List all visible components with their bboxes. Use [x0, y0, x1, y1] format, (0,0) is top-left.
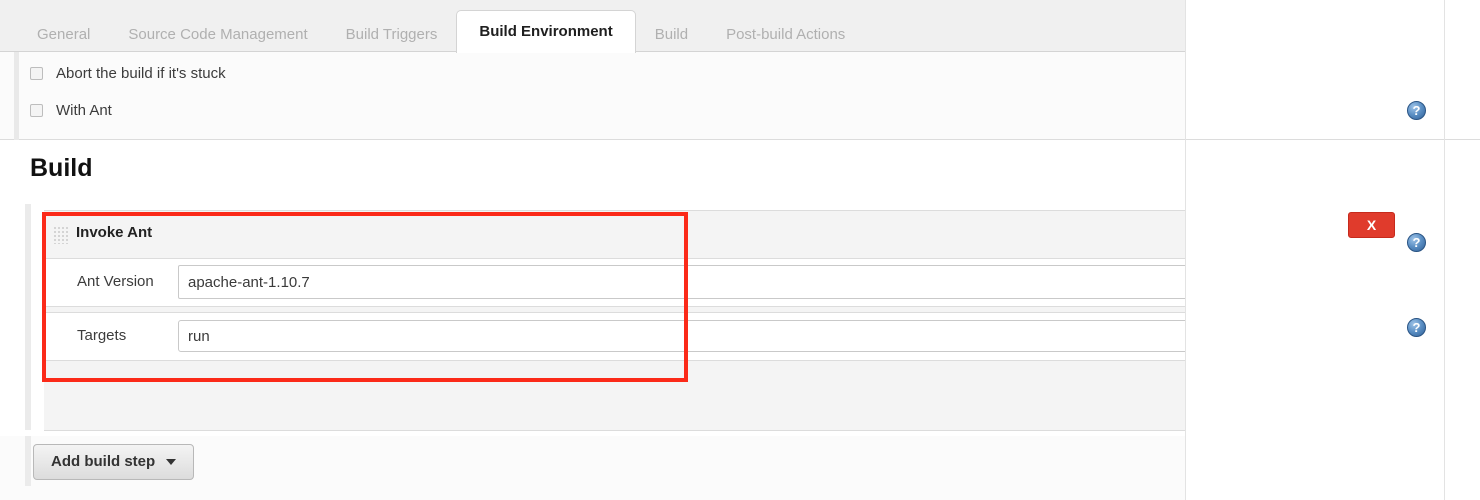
delete-build-step-button[interactable]: X	[1348, 212, 1395, 238]
tab-source-code-management[interactable]: Source Code Management	[109, 18, 326, 52]
build-step-title: Invoke Ant	[76, 224, 152, 241]
ant-version-row: Ant Version apache-ant-1.10.7	[44, 259, 1185, 307]
build-steps-container: Invoke Ant Ant Version apache-ant-1.10.7…	[0, 196, 1185, 436]
right-column-divider	[1444, 0, 1445, 500]
help-icon-targets[interactable]: ?	[1407, 318, 1426, 337]
build-heading: Build	[30, 154, 93, 183]
ant-version-label: Ant Version	[77, 273, 154, 290]
config-tab-bar: General Source Code Management Build Tri…	[0, 0, 1185, 52]
tab-build-triggers[interactable]: Build Triggers	[327, 18, 457, 52]
abort-build-label: Abort the build if it's stuck	[56, 65, 226, 82]
checkbox-row-abort-build[interactable]: Abort the build if it's stuck	[30, 65, 226, 82]
config-tabs: General Source Code Management Build Tri…	[18, 9, 864, 52]
chevron-down-icon	[166, 459, 176, 465]
build-step-left-gutter	[25, 204, 31, 430]
with-ant-checkbox[interactable]	[30, 104, 43, 117]
with-ant-label: With Ant	[56, 102, 112, 119]
tab-build-environment[interactable]: Build Environment	[456, 10, 635, 53]
tab-post-build-actions[interactable]: Post-build Actions	[707, 18, 864, 52]
section-left-gutter	[14, 52, 19, 140]
add-build-step-area: Add build step	[0, 436, 1185, 500]
main-column-divider	[1185, 0, 1186, 500]
tab-bar-right-filler	[1185, 0, 1480, 52]
build-heading-area: Build	[0, 140, 1185, 196]
invoke-ant-build-step: Invoke Ant Ant Version apache-ant-1.10.7…	[44, 210, 1185, 431]
add-build-step-right-filler	[1185, 436, 1480, 500]
add-build-step-gutter	[25, 436, 31, 486]
build-environment-right-rail: ?	[1185, 52, 1480, 140]
build-step-right-rail: ? ?	[1185, 196, 1480, 436]
targets-row: Targets	[44, 313, 1185, 361]
checkbox-row-with-ant[interactable]: With Ant	[30, 102, 112, 119]
add-build-step-button[interactable]: Add build step	[33, 444, 194, 480]
targets-input[interactable]	[178, 320, 1337, 352]
tab-build[interactable]: Build	[636, 18, 707, 52]
tab-general[interactable]: General	[18, 18, 109, 52]
help-icon-invoke-ant[interactable]: ?	[1407, 233, 1426, 252]
help-icon-with-ant[interactable]: ?	[1407, 101, 1426, 120]
abort-build-checkbox[interactable]	[30, 67, 43, 80]
build-environment-section: Abort the build if it's stuck With Ant	[0, 52, 1185, 140]
targets-label: Targets	[77, 327, 126, 344]
build-step-header-row: Invoke Ant	[44, 211, 1185, 259]
build-step-footer-row: Advanced...	[44, 361, 1185, 431]
drag-handle-icon[interactable]	[53, 226, 69, 244]
jenkins-job-config-page: General Source Code Management Build Tri…	[0, 0, 1480, 500]
add-build-step-label: Add build step	[51, 453, 155, 470]
